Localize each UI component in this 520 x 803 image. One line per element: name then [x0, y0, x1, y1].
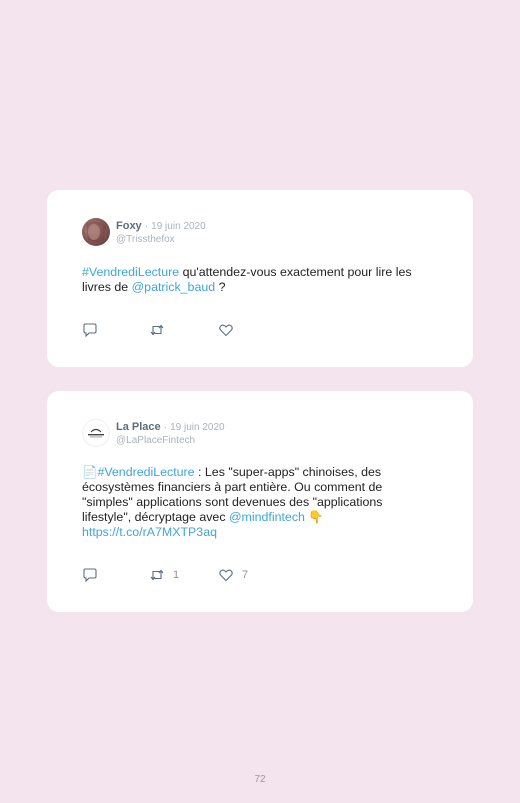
tweet-header: Foxy · 19 juin 2020 @Trissthefox — [82, 217, 442, 247]
author-name[interactable]: La Place — [116, 421, 161, 433]
page-number: 72 — [254, 774, 266, 785]
author-handle[interactable]: @LaPlaceFintech — [116, 435, 225, 447]
heart-icon — [218, 567, 234, 583]
heart-icon — [218, 322, 234, 338]
retweet-count: 1 — [173, 569, 180, 581]
retweet-icon — [149, 567, 165, 583]
separator-dot: · — [144, 221, 149, 232]
tweet-text-segment: ? — [215, 280, 226, 294]
tweet-date[interactable]: 19 juin 2020 — [151, 221, 206, 232]
separator-dot: · — [163, 422, 168, 433]
like-button[interactable]: 7 — [218, 567, 248, 583]
document-emoji: 📄 — [82, 465, 98, 479]
hashtag-link[interactable]: #VendrediLecture — [97, 465, 194, 479]
reply-icon — [82, 322, 98, 338]
author-name[interactable]: Foxy — [116, 220, 142, 232]
like-count: 7 — [242, 569, 249, 581]
mention-link[interactable]: @patrick_baud — [132, 280, 216, 294]
like-button[interactable] — [218, 322, 242, 338]
reply-icon — [82, 567, 98, 583]
avatar[interactable] — [82, 419, 110, 447]
tweet-text: 📄#VendrediLecture : Les "super-apps" chi… — [82, 465, 432, 540]
url-link[interactable]: https://t.co/rA7MXTP3aq — [82, 525, 217, 539]
tweet-date[interactable]: 19 juin 2020 — [170, 422, 225, 433]
retweet-icon — [149, 322, 165, 338]
reply-button[interactable] — [82, 322, 98, 338]
tweet-card: Foxy · 19 juin 2020 @Trissthefox #Vendre… — [47, 190, 473, 367]
tweet-card: La Place · 19 juin 2020 @LaPlaceFintech … — [47, 391, 473, 612]
pointing-down-emoji: 👇 — [304, 510, 324, 524]
reply-button[interactable] — [82, 567, 98, 583]
retweet-button[interactable] — [149, 322, 173, 338]
hashtag-link[interactable]: #VendrediLecture — [82, 265, 179, 279]
retweet-button[interactable]: 1 — [149, 567, 179, 583]
tweet-header: La Place · 19 juin 2020 @LaPlaceFintech — [82, 418, 442, 448]
avatar[interactable] — [82, 218, 110, 246]
tweet-actions: 1 7 — [82, 567, 382, 583]
author-handle[interactable]: @Trissthefox — [116, 234, 206, 246]
mention-link[interactable]: @mindfintech — [229, 510, 305, 524]
tweet-actions — [82, 322, 382, 338]
tweet-text: #VendrediLecture qu'attendez-vous exacte… — [82, 265, 432, 295]
